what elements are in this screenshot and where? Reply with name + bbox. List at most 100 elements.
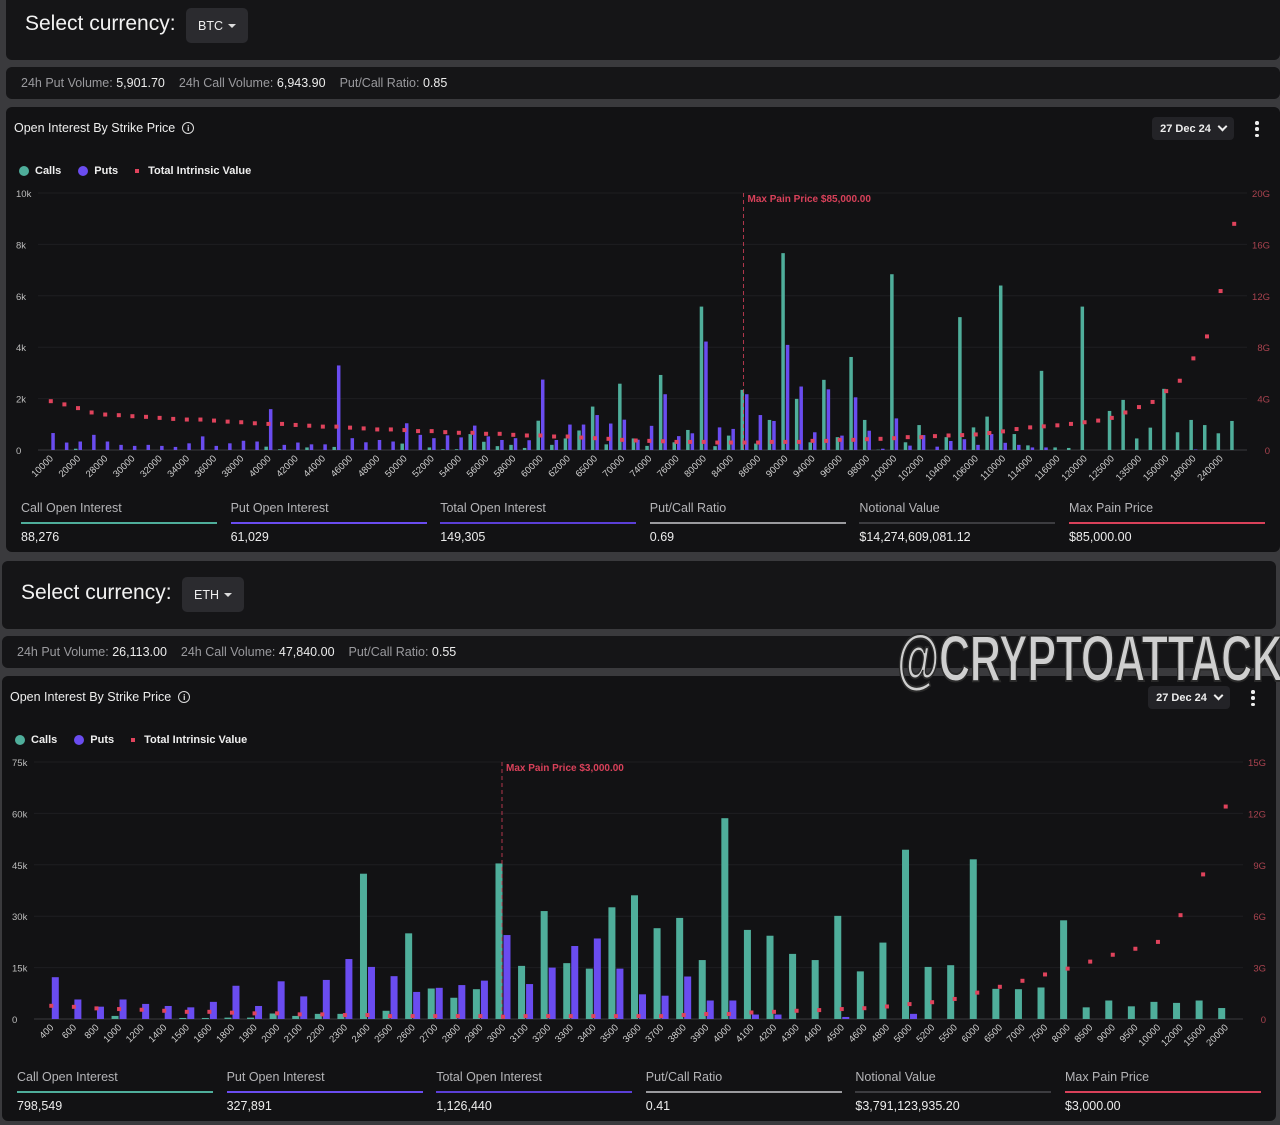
put-bar	[595, 415, 599, 450]
call-bar	[767, 936, 774, 1019]
max-pain-price: Max Pain Price$85,000.00	[1069, 501, 1265, 544]
x-tick-label: 114000	[1006, 453, 1036, 483]
chart-legend: Calls Puts Total Intrinsic Value	[19, 165, 268, 177]
intrinsic-value-point	[49, 1004, 53, 1008]
intrinsic-value-point	[1137, 405, 1141, 409]
call-bar	[455, 449, 459, 450]
intrinsic-value-point	[772, 1010, 776, 1014]
put-bar	[310, 444, 314, 450]
currency-dropdown[interactable]: BTC	[186, 8, 248, 43]
call-bar	[1173, 1003, 1180, 1019]
intrinsic-value-point	[90, 410, 94, 414]
legend-puts[interactable]: Puts	[78, 165, 118, 177]
intrinsic-value-point	[457, 431, 461, 435]
x-tick-label: 54000	[438, 453, 464, 479]
intrinsic-square-icon	[135, 169, 139, 173]
call-volume-stat: 24h Call Volume: 47,840.00	[181, 645, 335, 659]
put-bar	[65, 443, 69, 450]
x-tick-label: 42000	[274, 453, 300, 479]
x-tick-label: 28000	[84, 453, 110, 479]
call-bar	[292, 1016, 299, 1019]
legend-puts[interactable]: Puts	[74, 734, 114, 746]
call-bar	[849, 357, 853, 450]
intrinsic-value-point	[756, 441, 760, 445]
x-tick-label: 52000	[410, 453, 436, 479]
call-bar	[74, 449, 78, 450]
expiry-dropdown[interactable]: 27 Dec 24	[1152, 117, 1234, 140]
put-bar	[1003, 443, 1007, 450]
x-tick-label: 7000	[1005, 1022, 1028, 1045]
x-tick-label: 4800	[869, 1022, 892, 1045]
intrinsic-value-point	[1028, 425, 1032, 429]
legend-intrinsic[interactable]: Total Intrinsic Value	[135, 165, 251, 177]
call-bar	[744, 930, 751, 1019]
notional-value: Notional Value$3,791,123,935.20	[855, 1070, 1051, 1113]
put-open-interest: Put Open Interest327,891	[227, 1070, 423, 1113]
call-bar	[1121, 400, 1125, 450]
y2-tick-label: 9G	[1253, 861, 1266, 872]
puts-dot-icon	[74, 735, 84, 745]
intrinsic-value-point	[865, 437, 869, 441]
currency-label: Select currency:	[25, 12, 176, 36]
y2-tick-label: 20G	[1252, 189, 1270, 200]
x-tick-label: 135000	[1114, 453, 1144, 483]
call-bar	[179, 1018, 186, 1019]
currency-selector-panel: Select currency: ETH	[2, 561, 1276, 629]
put-bar	[549, 968, 556, 1019]
divider	[231, 522, 427, 524]
put-bar	[623, 420, 627, 450]
intrinsic-value-point	[343, 1013, 347, 1017]
call-bar	[890, 274, 894, 450]
call-bar	[495, 863, 502, 1019]
x-tick-label: 3800	[666, 1022, 689, 1045]
call-bar	[1013, 434, 1017, 450]
call-bar	[970, 859, 977, 1019]
intrinsic-value-point	[1066, 967, 1070, 971]
more-options-icon[interactable]	[1254, 121, 1260, 137]
y2-tick-label: 16G	[1252, 240, 1270, 251]
divider	[859, 522, 1055, 524]
summary-label: Notional Value	[855, 1070, 1051, 1085]
call-bar	[586, 969, 593, 1019]
x-tick-label: 106000	[951, 453, 981, 483]
open-interest-chart: 002k4G4k8G6k12G8k16G10k20G10000200002800…	[6, 187, 1280, 497]
intrinsic-value-point	[320, 1012, 324, 1016]
call-bar	[428, 447, 432, 450]
call-bar	[902, 850, 909, 1019]
intrinsic-value-point	[253, 1011, 257, 1015]
divider	[440, 522, 636, 524]
legend-label: Puts	[94, 165, 118, 177]
stat-value: 6,943.90	[277, 76, 326, 90]
summary-value: 1,126,440	[436, 1099, 632, 1113]
call-bar	[332, 447, 336, 450]
put-bar	[990, 434, 994, 450]
intrinsic-value-point	[811, 439, 815, 443]
y-tick-label: 4k	[16, 343, 26, 354]
intrinsic-value-point	[987, 431, 991, 435]
call-volume-stat: 24h Call Volume: 6,943.90	[179, 76, 326, 90]
legend-intrinsic[interactable]: Total Intrinsic Value	[131, 734, 247, 746]
info-icon[interactable]: i	[178, 691, 190, 703]
call-bar	[278, 449, 282, 450]
divider	[646, 1091, 842, 1093]
legend-calls[interactable]: Calls	[15, 734, 57, 746]
intrinsic-value-point	[704, 1012, 708, 1016]
put-bar	[345, 959, 352, 1019]
info-icon[interactable]: i	[182, 122, 194, 134]
intrinsic-value-point	[49, 399, 53, 403]
x-tick-label: 20000	[1204, 1022, 1230, 1048]
intrinsic-value-point	[817, 1008, 821, 1012]
intrinsic-value-point	[569, 1014, 573, 1018]
x-tick-label: 2800	[440, 1022, 463, 1045]
put-bar	[1194, 449, 1198, 450]
call-bar	[972, 427, 976, 450]
intrinsic-value-point	[637, 1014, 641, 1018]
call-bar	[550, 445, 554, 450]
call-bar	[360, 874, 367, 1019]
intrinsic-value-point	[478, 1014, 482, 1018]
currency-dropdown[interactable]: ETH	[182, 577, 244, 612]
call-bar	[1067, 448, 1071, 450]
x-tick-label: 110000	[978, 453, 1008, 483]
x-tick-label: 3200	[531, 1022, 554, 1045]
legend-calls[interactable]: Calls	[19, 165, 61, 177]
